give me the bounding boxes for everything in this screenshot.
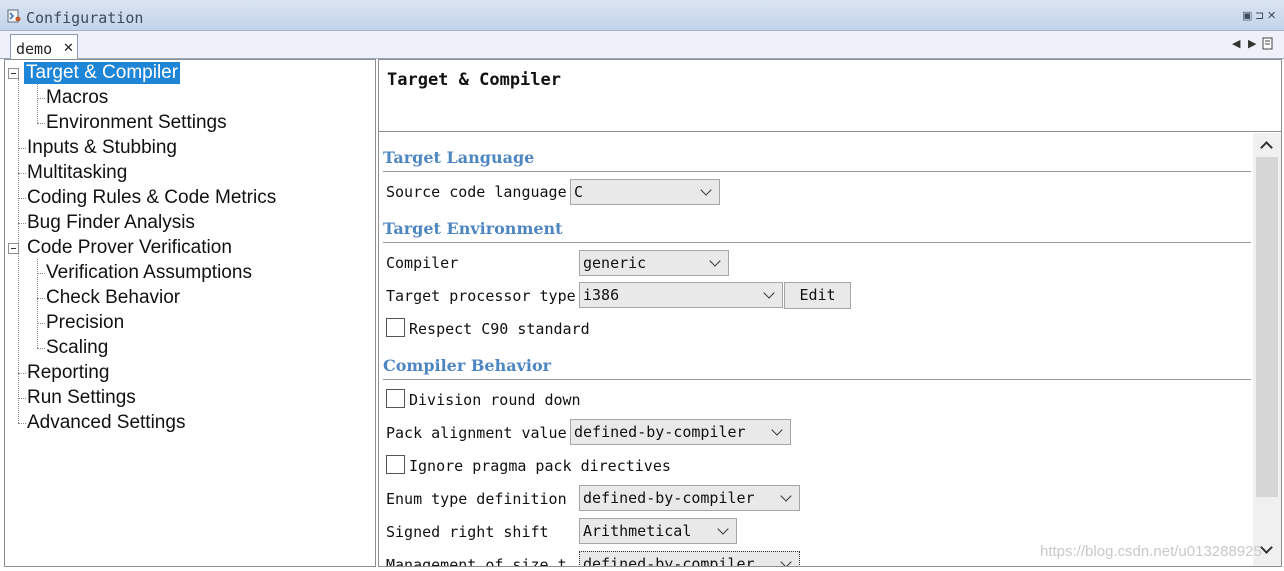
form-scrollbar[interactable] <box>1253 133 1281 566</box>
ignore-pragma-pack-label: Ignore pragma pack directives <box>409 457 671 475</box>
section-target-environment: Target Environment <box>383 219 563 238</box>
enum-type-select[interactable]: defined-by-compiler <box>579 485 800 511</box>
tree-item-check-behavior[interactable]: Check Behavior <box>44 287 182 309</box>
tab-close-icon[interactable]: ✕ <box>63 40 74 56</box>
collapse-icon[interactable] <box>8 243 19 254</box>
chevron-down-icon <box>709 255 721 267</box>
close-icon[interactable]: ✕ <box>1267 10 1276 22</box>
tree-item-run-settings[interactable]: Run Settings <box>25 387 138 409</box>
signed-right-shift-select[interactable]: Arithmetical <box>579 518 737 544</box>
chevron-down-icon <box>771 424 783 436</box>
scrollbar-thumb[interactable] <box>1256 157 1278 497</box>
division-round-down-checkbox[interactable] <box>386 389 405 408</box>
signed-right-shift-label: Signed right shift <box>386 523 549 541</box>
chevron-down-icon <box>717 523 729 535</box>
size-t-label: Management of size_t <box>386 556 567 567</box>
processor-type-select[interactable]: i386 <box>579 282 783 308</box>
respect-c90-label: Respect C90 standard <box>409 320 590 338</box>
respect-c90-checkbox[interactable] <box>386 318 405 337</box>
source-language-select[interactable]: C <box>570 179 720 205</box>
window-titlebar: Configuration ▣ ⊐ ✕ <box>0 0 1284 31</box>
enum-type-label: Enum type definition <box>386 490 567 508</box>
watermark: https://blog.csdn.net/u013288925 <box>1040 543 1262 560</box>
window-title: Configuration <box>26 9 144 27</box>
tree-item-precision[interactable]: Precision <box>44 312 126 334</box>
tab-label: demo <box>16 40 53 58</box>
tree-item-verification-assumptions[interactable]: Verification Assumptions <box>44 262 254 284</box>
tree-item-advanced-settings[interactable]: Advanced Settings <box>25 412 187 434</box>
tree-item-environment-settings[interactable]: Environment Settings <box>44 112 229 134</box>
restore-icon[interactable]: ▣ <box>1242 10 1252 22</box>
division-round-down-label: Division round down <box>409 391 581 409</box>
chevron-down-icon <box>780 490 792 502</box>
chevron-down-icon <box>780 556 792 566</box>
source-language-label: Source code language <box>386 183 567 201</box>
tab-scroll-right-icon[interactable]: ▶ <box>1248 37 1256 50</box>
tab-scroll-left-icon[interactable]: ◀ <box>1232 37 1240 50</box>
tree-item-reporting[interactable]: Reporting <box>25 362 111 384</box>
pack-alignment-label: Pack alignment value <box>386 424 567 442</box>
pin-icon[interactable]: ⊐ <box>1255 10 1264 22</box>
tree-item-macros[interactable]: Macros <box>44 87 110 109</box>
tree-item-scaling[interactable]: Scaling <box>44 337 110 359</box>
tree-item-target-compiler[interactable]: Target & Compiler <box>24 62 181 84</box>
tab-list-icon[interactable] <box>1262 37 1274 51</box>
tree-item-bug-finder[interactable]: Bug Finder Analysis <box>25 212 197 234</box>
pack-alignment-select[interactable]: defined-by-compiler <box>570 419 791 445</box>
compiler-select[interactable]: generic <box>579 250 729 276</box>
scroll-up-icon[interactable] <box>1260 141 1273 154</box>
section-target-language: Target Language <box>383 148 535 167</box>
chevron-down-icon <box>700 184 712 196</box>
ignore-pragma-pack-checkbox[interactable] <box>386 455 405 474</box>
scroll-down-icon[interactable] <box>1260 541 1273 554</box>
edit-processor-button[interactable]: Edit <box>784 282 851 309</box>
chevron-down-icon <box>763 287 775 299</box>
panel-header: Target & Compiler <box>379 60 1281 132</box>
processor-type-label: Target processor type <box>386 287 576 305</box>
settings-form: Target Language Source code language C T… <box>379 133 1253 567</box>
section-compiler-behavior: Compiler Behavior <box>383 356 552 375</box>
collapse-icon[interactable] <box>8 68 19 79</box>
tree-item-multitasking[interactable]: Multitasking <box>25 162 129 184</box>
page-title: Target & Compiler <box>387 70 561 90</box>
tree-item-inputs-stubbing[interactable]: Inputs & Stubbing <box>25 137 179 159</box>
tab-strip: demo ✕ <box>0 31 1284 60</box>
tab-demo[interactable]: demo ✕ <box>10 34 78 60</box>
config-app-icon <box>7 9 21 23</box>
compiler-label: Compiler <box>386 254 459 272</box>
size-t-select[interactable]: defined-by-compiler <box>579 551 800 566</box>
tree-item-code-prover[interactable]: Code Prover Verification <box>25 237 234 259</box>
settings-panel: Target & Compiler Target Language Source… <box>378 59 1282 567</box>
tree-item-coding-rules[interactable]: Coding Rules & Code Metrics <box>25 187 278 209</box>
config-tree: Target & Compiler Macros Environment Set… <box>4 59 376 567</box>
